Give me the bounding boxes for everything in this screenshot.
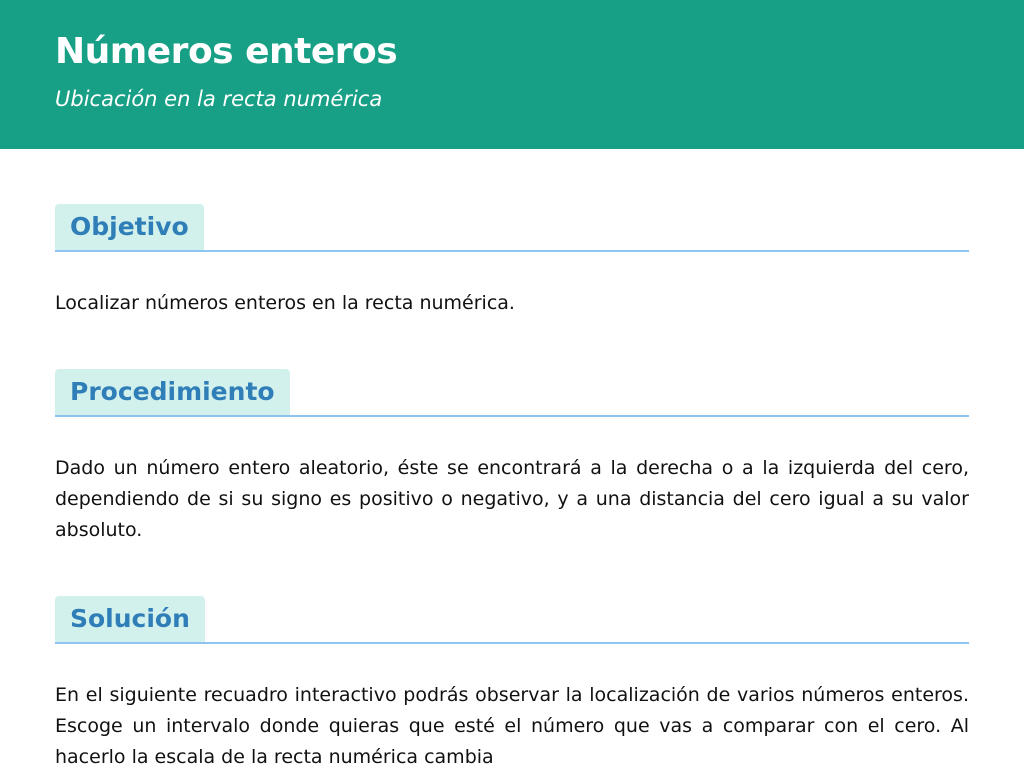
- section-heading-bar: Objetivo: [55, 204, 969, 252]
- page-subtitle: Ubicación en la recta numérica: [55, 87, 383, 111]
- section-heading-bar: Procedimiento: [55, 369, 969, 417]
- section-heading-objetivo: Objetivo: [55, 204, 204, 250]
- section-text-objetivo: Localizar números enteros en la recta nu…: [55, 292, 515, 314]
- page-title: Números enteros: [55, 31, 398, 72]
- section-solucion: Solución En el siguiente recuadro intera…: [55, 596, 969, 773]
- section-objetivo: Objetivo Localizar números enteros en la…: [55, 204, 969, 319]
- section-text-solucion: En el siguiente recuadro interactivo pod…: [55, 684, 969, 768]
- section-text-procedimiento: Dado un número entero aleatorio, éste se…: [55, 457, 969, 541]
- section-heading-solucion: Solución: [55, 596, 205, 642]
- section-heading-procedimiento: Procedimiento: [55, 369, 290, 415]
- section-procedimiento: Procedimiento Dado un número entero alea…: [55, 369, 969, 546]
- page-header: Números enteros Ubicación en la recta nu…: [0, 0, 1024, 149]
- main-content: Objetivo Localizar números enteros en la…: [0, 149, 1024, 773]
- section-heading-bar: Solución: [55, 596, 969, 644]
